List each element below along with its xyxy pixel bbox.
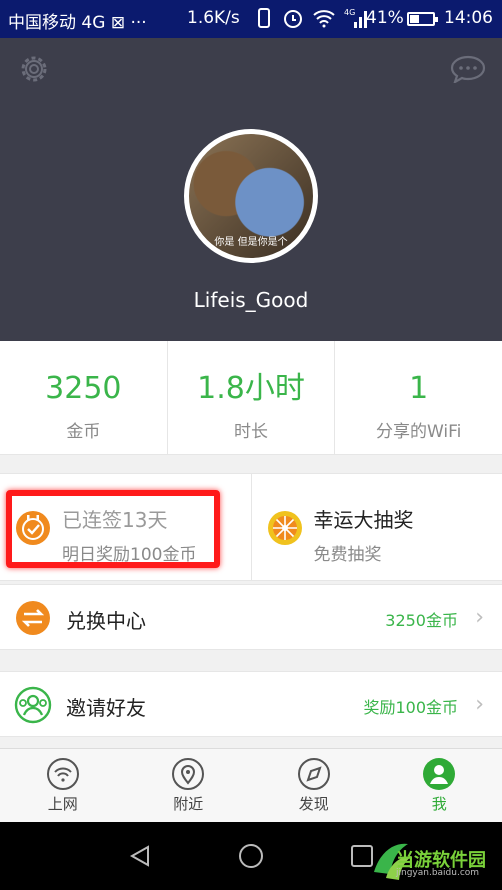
- stat-label: 分享的WiFi: [375, 422, 462, 442]
- section-divider: [0, 650, 502, 671]
- section-divider: [0, 455, 502, 473]
- lottery-card[interactable]: 幸运大抽奖 免费抽奖: [252, 474, 502, 580]
- tab-label: 附近: [173, 795, 204, 813]
- gear-icon[interactable]: [17, 52, 51, 86]
- invite-label: 邀请好友: [66, 696, 146, 720]
- invite-friends-row[interactable]: 邀请好友 奖励100金币 ›: [0, 671, 502, 737]
- stat-label: 时长: [234, 422, 268, 442]
- bottom-nav: 上网 附近 发现 我: [0, 748, 502, 822]
- tab-label: 我: [431, 795, 447, 813]
- section-divider: [0, 737, 502, 748]
- status-icons: 4G: [254, 6, 370, 30]
- invite-reward: 奖励100金币: [363, 698, 458, 717]
- home-icon[interactable]: [238, 843, 264, 869]
- battery-fill: [410, 15, 419, 23]
- status-extra-icons: ⊠ ···: [110, 13, 147, 33]
- tab-nearby[interactable]: 附近: [126, 749, 252, 822]
- chevron-right-icon: ›: [475, 605, 484, 630]
- stat-coins[interactable]: 3250 金币: [0, 341, 168, 454]
- battery-percent: 41%: [366, 8, 404, 28]
- tab-internet[interactable]: 上网: [0, 749, 126, 822]
- username: Lifeis_Good: [193, 288, 309, 312]
- avatar-caption: 你是 但是你是个: [214, 237, 288, 248]
- tab-label: 上网: [47, 795, 78, 813]
- exchange-center-row[interactable]: 兑换中心 3250金币 ›: [0, 584, 502, 650]
- battery-icon: [407, 12, 438, 26]
- feature-cards: 已连签13天 明日奖励100金币 幸运大抽奖 免费抽奖: [0, 473, 502, 581]
- message-icon[interactable]: [449, 55, 487, 83]
- carrier-label: 中国移动 4G ⊠ ···: [8, 13, 147, 33]
- lottery-subtitle: 免费抽奖: [313, 545, 382, 565]
- compass-icon: [297, 758, 330, 790]
- stat-value: 1.8小时: [197, 371, 305, 406]
- stat-value: 1: [409, 371, 429, 406]
- exchange-icon: [16, 601, 50, 635]
- stat-value: 3250: [45, 371, 122, 406]
- back-icon[interactable]: [128, 844, 152, 868]
- stat-duration[interactable]: 1.8小时 时长: [168, 341, 336, 454]
- stat-shared-wifi[interactable]: 1 分享的WiFi: [335, 341, 502, 454]
- wifi-status-icon: [313, 10, 335, 28]
- invite-friends-icon: [14, 686, 52, 724]
- highlight-box: [6, 490, 220, 568]
- location-pin-icon: [172, 758, 205, 790]
- exchange-label: 兑换中心: [66, 609, 146, 633]
- vibrate-icon: [258, 8, 270, 28]
- user-icon: [423, 758, 456, 790]
- profile-header: 你是 但是你是个 Lifeis_Good: [0, 38, 502, 341]
- wifi-icon: [46, 758, 79, 790]
- network-speed: 1.6K/s: [187, 8, 240, 28]
- svg-text:4G: 4G: [344, 8, 355, 17]
- clock: 14:06: [444, 8, 493, 28]
- status-bar: 中国移动 4G ⊠ ··· 1.6K/s 4G 41% 14:06: [0, 0, 502, 38]
- signin-card[interactable]: 已连签13天 明日奖励100金币: [0, 474, 252, 580]
- tab-label: 发现: [298, 795, 329, 813]
- watermark-url: jingyan.baidu.com: [396, 868, 480, 878]
- exchange-coins: 3250金币: [385, 611, 458, 630]
- lottery-title: 幸运大抽奖: [313, 508, 414, 532]
- lottery-wheel-icon: [267, 511, 302, 545]
- stat-label: 金币: [66, 422, 101, 442]
- tab-me[interactable]: 我: [377, 749, 502, 822]
- tab-discover[interactable]: 发现: [251, 749, 377, 822]
- stats-bar: 3250 金币 1.8小时 时长 1 分享的WiFi: [0, 341, 502, 455]
- alarm-icon: [284, 10, 302, 28]
- avatar[interactable]: 你是 但是你是个: [184, 129, 318, 263]
- chevron-right-icon: ›: [475, 692, 484, 717]
